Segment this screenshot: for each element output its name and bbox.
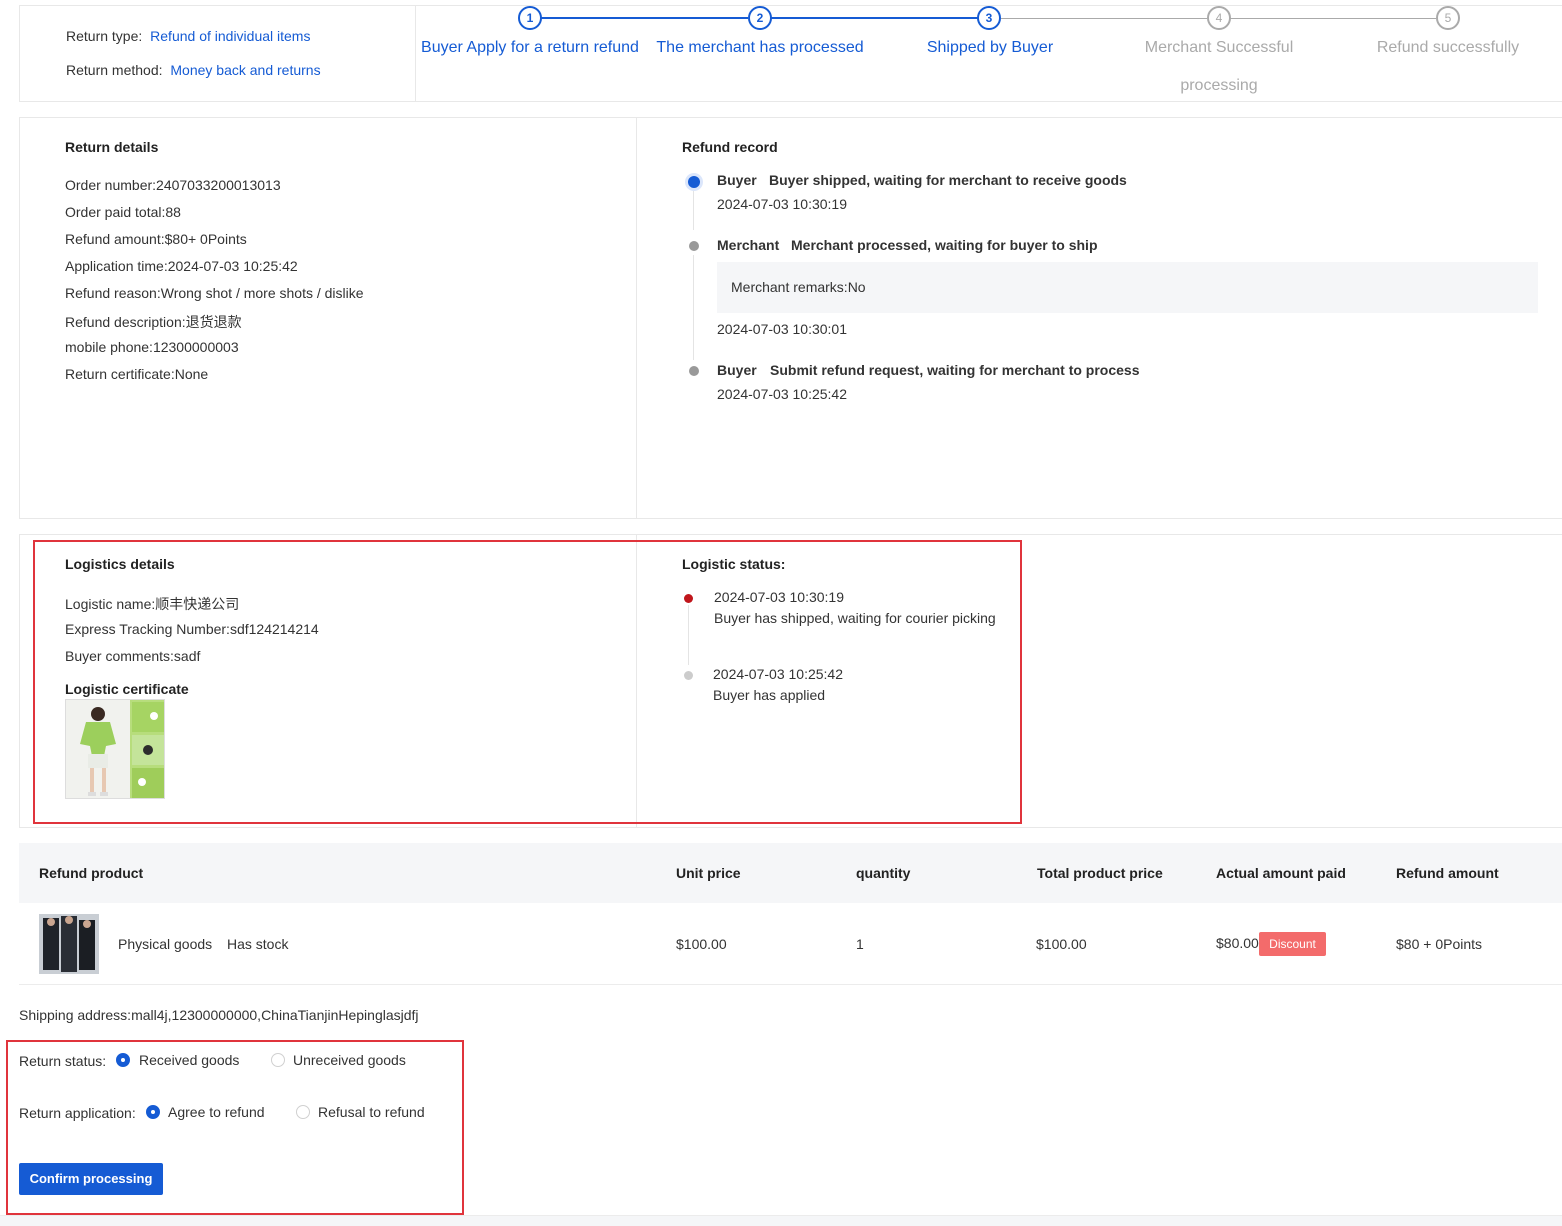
shipping-address: Shipping address:mall4j,12300000000,Chin… [19,1007,419,1023]
product-thumbnail[interactable] [39,914,99,974]
step-4-circle: 4 [1207,6,1231,30]
return-summary: Return type: Refund of individual items … [20,6,416,101]
table-row: Physical goods Has stock $100.00 1 $100.… [19,903,1562,985]
return-certificate: Return certificate:None [65,366,209,382]
col-total-product-price: Total product price [1037,865,1163,881]
step-connector-4 [1230,18,1436,19]
discount-badge: Discount [1259,932,1326,956]
record-1-actor: Buyer [717,172,757,188]
product-table-header: Refund product Unit price quantity Total… [19,843,1562,903]
step-5-circle: 5 [1436,6,1460,30]
return-type-label: Return type: [66,28,143,44]
record-1-time: 2024-07-03 10:30:19 [717,196,847,212]
record-2-text: Merchant processed, waiting for buyer to… [791,237,1098,253]
total-product-price: $100.00 [1036,936,1087,952]
record-timeline-line-2 [693,255,694,360]
refund-record-title: Refund record [682,139,778,155]
col-quantity: quantity [856,865,911,881]
step-2-label: The merchant has processed [656,39,864,56]
product-stock: Has stock [227,936,289,952]
step-connector-3 [1001,18,1207,19]
col-refund-product: Refund product [39,865,144,881]
record-dot-3 [689,366,699,376]
step-connector-2 [771,17,978,19]
application-time: Application time:2024-07-03 10:25:42 [65,258,298,274]
step-3-circle: 3 [977,6,1001,30]
return-method-label: Return method: [66,62,163,78]
record-2-time: 2024-07-03 10:30:01 [717,321,847,337]
record-dot-active [688,176,700,188]
record-1-text: Buyer shipped, waiting for merchant to r… [769,172,1127,188]
step-1-label: Buyer Apply for a return refund [421,39,639,56]
actual-amount-paid: $80.00 [1216,935,1259,951]
step-connector-1 [541,17,748,19]
merchant-remarks: Merchant remarks:No [731,279,866,295]
return-details-title: Return details [65,139,159,155]
return-type-row: Return type: Refund of individual items [66,28,310,44]
mobile-phone: mobile phone:12300000003 [65,339,239,355]
quantity: 1 [856,936,864,952]
return-method-row: Return method: Money back and returns [66,62,321,78]
record-timeline-line-1 [693,190,694,230]
col-actual-amount-paid: Actual amount paid [1216,865,1346,881]
step-3-label: Shipped by Buyer [926,39,1054,56]
step-2-circle: 2 [748,6,772,30]
record-3-time: 2024-07-03 10:25:42 [717,386,847,402]
step-5-label: Refund successfully [1376,39,1520,56]
refund-amount: Refund amount:$80+ 0Points [65,231,247,247]
record-dot-2 [689,241,699,251]
bottom-strip [0,1216,1562,1226]
refund-reason: Refund reason:Wrong shot / more shots / … [65,285,364,301]
step-4-label: Merchant Successful [1144,39,1294,56]
order-number: Order number:2407033200013013 [65,177,281,193]
form-highlight-frame [6,1040,464,1215]
record-3-text: Submit refund request, waiting for merch… [770,362,1140,378]
order-paid-total: Order paid total:88 [65,204,181,220]
step-4-label-line2: processing [1180,77,1258,94]
record-3-actor: Buyer [717,362,757,378]
step-1-circle: 1 [518,6,542,30]
col-refund-amount: Refund amount [1396,865,1499,881]
merchant-remarks-box: Merchant remarks:No [717,262,1538,313]
record-2-actor: Merchant [717,237,780,253]
refund-amount-value: $80 + 0Points [1396,936,1483,952]
return-method-value: Money back and returns [170,62,321,78]
refund-description: Refund description:退货退款 [65,314,242,330]
details-divider [636,118,637,518]
return-type-value: Refund of individual items [150,28,311,44]
product-name: Physical goods [118,936,213,952]
col-unit-price: Unit price [676,865,741,881]
unit-price: $100.00 [676,936,727,952]
logistics-highlight-frame [33,540,1022,824]
